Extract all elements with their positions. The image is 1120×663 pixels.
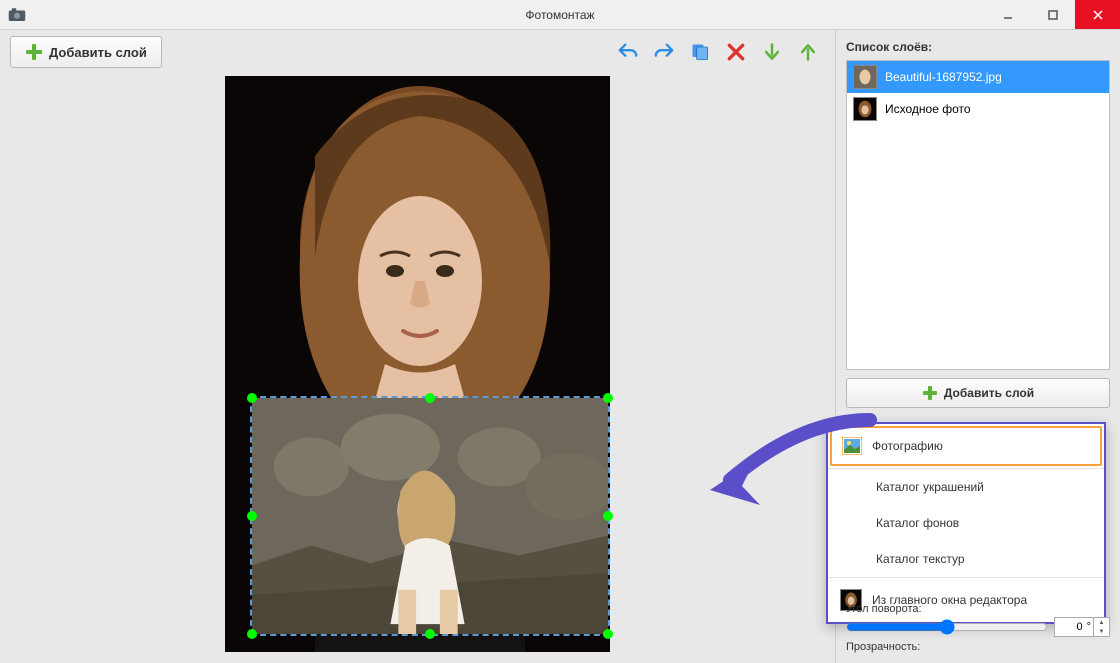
- popup-item-textures[interactable]: Каталог текстур: [828, 541, 1104, 577]
- handle-top-right[interactable]: [603, 393, 613, 403]
- handle-bottom-left[interactable]: [247, 629, 257, 639]
- handle-bottom-right[interactable]: [603, 629, 613, 639]
- layers-title: Список слоёв:: [846, 40, 1110, 54]
- handle-mid-right[interactable]: [603, 511, 613, 521]
- move-down-button[interactable]: [761, 41, 783, 63]
- canvas-area[interactable]: [0, 74, 835, 663]
- rotation-up[interactable]: ▲: [1093, 618, 1109, 627]
- rotation-spinner[interactable]: ° ▲▼: [1054, 617, 1110, 637]
- copy-button[interactable]: [689, 41, 711, 63]
- rotation-down[interactable]: ▼: [1093, 627, 1109, 636]
- popup-item-label: Каталог текстур: [876, 552, 965, 566]
- delete-button[interactable]: [725, 41, 747, 63]
- photo-icon: [842, 437, 862, 455]
- add-layer-popup: Фотографию Каталог украшений Каталог фон…: [826, 422, 1106, 624]
- popup-item-photo[interactable]: Фотографию: [830, 426, 1102, 466]
- overlay-selection[interactable]: [250, 396, 610, 636]
- opacity-label: Прозрачность:: [846, 641, 1110, 653]
- rotation-value[interactable]: [1055, 621, 1085, 633]
- layers-panel: Список слоёв: Beautiful-1687952.jpg Исхо…: [835, 30, 1120, 663]
- close-button[interactable]: [1075, 0, 1120, 29]
- popup-item-label: Фотографию: [872, 439, 943, 453]
- layer-name: Beautiful-1687952.jpg: [885, 70, 1002, 84]
- app-icon: [8, 8, 26, 22]
- handle-top-left[interactable]: [247, 393, 257, 403]
- redo-button[interactable]: [653, 41, 675, 63]
- maximize-button[interactable]: [1030, 0, 1075, 29]
- rotation-row: Угол поворота: ° ▲▼: [846, 603, 1110, 637]
- base-photo[interactable]: [225, 76, 610, 652]
- layer-list[interactable]: Beautiful-1687952.jpg Исходное фото: [846, 60, 1110, 370]
- minimize-button[interactable]: [985, 0, 1030, 29]
- handle-mid-left[interactable]: [247, 511, 257, 521]
- layer-name: Исходное фото: [885, 102, 971, 116]
- title-bar: Фотомонтаж: [0, 0, 1120, 30]
- handle-top-center[interactable]: [425, 393, 435, 403]
- popup-item-label: Каталог фонов: [876, 516, 959, 530]
- opacity-row: Прозрачность:: [846, 641, 1110, 653]
- layer-thumb-icon: [853, 97, 877, 121]
- add-layer-small-label: Добавить слой: [944, 386, 1034, 400]
- add-layer-button-small[interactable]: Добавить слой: [846, 378, 1110, 408]
- overlay-image: [252, 398, 608, 634]
- window-title: Фотомонтаж: [525, 8, 594, 22]
- layer-item[interactable]: Beautiful-1687952.jpg: [847, 61, 1109, 93]
- plus-icon: [922, 385, 938, 401]
- handle-bottom-center[interactable]: [425, 629, 435, 639]
- layer-thumb-icon: [853, 65, 877, 89]
- popup-item-decorations[interactable]: Каталог украшений: [828, 468, 1104, 505]
- popup-item-label: Каталог украшений: [876, 480, 984, 494]
- add-layer-button[interactable]: Добавить слой: [10, 36, 162, 68]
- rotation-slider[interactable]: [846, 619, 1048, 635]
- layer-item[interactable]: Исходное фото: [847, 93, 1109, 125]
- move-up-button[interactable]: [797, 41, 819, 63]
- window-controls: [985, 0, 1120, 29]
- undo-button[interactable]: [617, 41, 639, 63]
- plus-icon: [25, 43, 43, 61]
- popup-item-backgrounds[interactable]: Каталог фонов: [828, 505, 1104, 541]
- add-layer-label: Добавить слой: [49, 45, 147, 60]
- canvas-toolbar: Добавить слой: [0, 30, 835, 74]
- rotation-label: Угол поворота:: [846, 603, 1110, 615]
